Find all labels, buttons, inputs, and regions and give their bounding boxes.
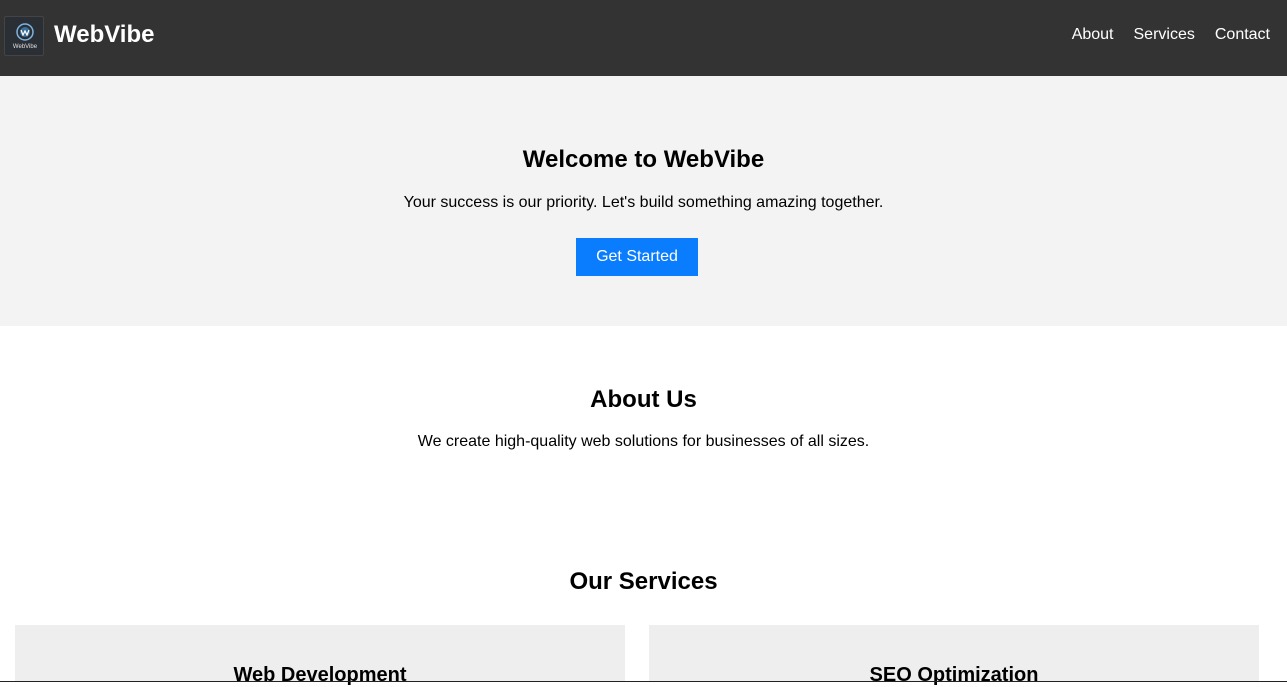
about-section: About Us We create high-quality web solu… — [0, 326, 1287, 516]
site-header: WebVibe WebVibe About Services Contact — [0, 0, 1287, 76]
hero-section: Welcome to WebVibe Your success is our p… — [0, 76, 1287, 326]
logo[interactable]: WebVibe — [4, 16, 44, 56]
hero-subtitle: Your success is our priority. Let's buil… — [403, 194, 884, 211]
about-title: About Us — [590, 386, 697, 413]
logo-icon: WebVibe — [13, 23, 38, 50]
about-text: We create high-quality web solutions for… — [417, 433, 870, 450]
nav-link-services[interactable]: Services — [1134, 25, 1195, 45]
service-card-seo-optimization: SEO Optimization — [649, 625, 1259, 686]
brand-name[interactable]: WebVibe — [54, 20, 154, 50]
service-card-title: Web Development — [233, 664, 407, 686]
services-title: Our Services — [569, 568, 718, 595]
hero-title: Welcome to WebVibe — [522, 146, 765, 173]
main-nav: About Services Contact — [1072, 25, 1270, 45]
nav-link-contact[interactable]: Contact — [1215, 25, 1270, 45]
service-card-title: SEO Optimization — [869, 664, 1039, 686]
service-card-web-development: Web Development — [15, 625, 625, 686]
nav-link-about[interactable]: About — [1072, 25, 1114, 45]
get-started-button[interactable]: Get Started — [576, 238, 698, 276]
logo-text: WebVibe — [13, 44, 38, 50]
